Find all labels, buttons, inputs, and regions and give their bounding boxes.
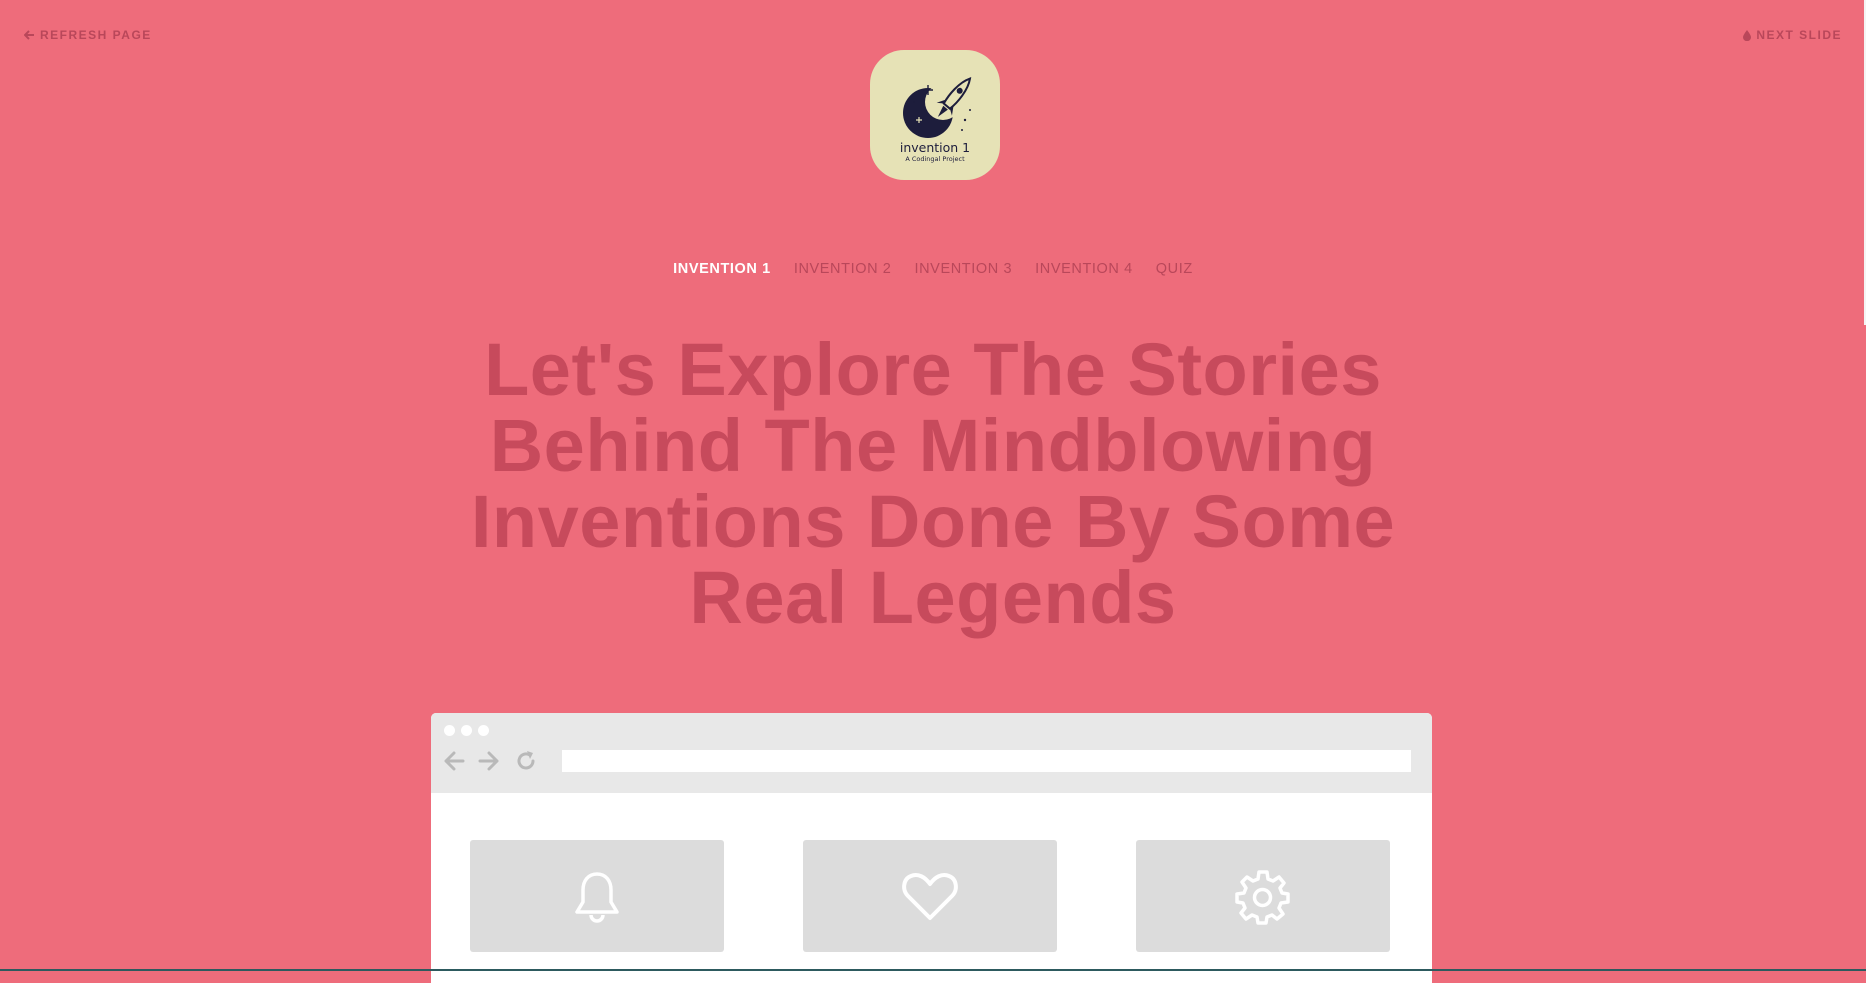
logo-title: invention 1 — [899, 140, 971, 155]
heart-icon — [902, 873, 958, 920]
nav-item-invention-2[interactable]: INVENTION 2 — [794, 261, 892, 277]
bell-icon — [575, 872, 619, 923]
window-dots — [444, 725, 489, 736]
card-settings[interactable] — [1136, 840, 1390, 952]
browser-mockup — [431, 713, 1432, 983]
nav-item-invention-4[interactable]: INVENTION 4 — [1035, 261, 1133, 277]
nav-item-invention-3[interactable]: INVENTION 3 — [914, 261, 1012, 277]
forward-arrow-icon[interactable] — [476, 748, 502, 774]
url-input[interactable] — [562, 750, 1411, 772]
logo: invention 1 A Codingal Project — [870, 50, 1000, 180]
feature-cards — [470, 840, 1390, 952]
window-dot — [461, 725, 472, 736]
next-slide-label: NEXT SLIDE — [1756, 28, 1842, 42]
window-dot — [444, 725, 455, 736]
card-favorites[interactable] — [803, 840, 1057, 952]
nav-item-invention-1[interactable]: INVENTION 1 — [673, 261, 771, 277]
arrow-left-icon — [24, 30, 34, 40]
window-dot — [478, 725, 489, 736]
logo-subtitle: A Codingal Project — [905, 155, 965, 163]
page-headline: Let's Explore The Stories Behind The Min… — [470, 328, 1396, 639]
back-arrow-icon[interactable] — [441, 748, 467, 774]
gear-icon — [1235, 870, 1290, 925]
card-notifications[interactable] — [470, 840, 724, 952]
drop-icon — [1743, 29, 1752, 41]
refresh-page-label: REFRESH PAGE — [40, 28, 152, 42]
reload-icon[interactable] — [513, 748, 539, 774]
refresh-page-link[interactable]: REFRESH PAGE — [24, 28, 152, 42]
main-nav: INVENTION 1 INVENTION 2 INVENTION 3 INVE… — [0, 261, 1866, 277]
next-slide-link[interactable]: NEXT SLIDE — [1743, 28, 1842, 42]
nav-item-quiz[interactable]: QUIZ — [1156, 261, 1193, 277]
browser-toolbar — [431, 713, 1432, 793]
